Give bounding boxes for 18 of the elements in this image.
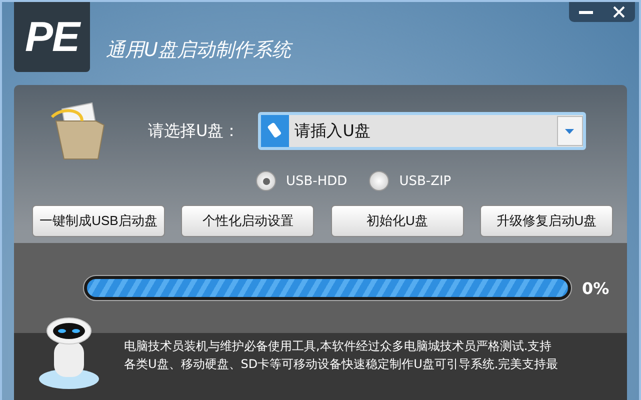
action-button[interactable]: 个性化启动设置 xyxy=(181,205,314,237)
description-text: 电脑技术员装机与维护必备使用工具,本软件经过众多电脑城技术员严格测试.支持 各类U盘、移动硬盘、SD卡等可移动设备快速稳定制作U盘可引导系统.完美支持最 xyxy=(124,338,558,373)
minimize-icon xyxy=(578,10,592,14)
mode-radio[interactable]: USB-HDD xyxy=(256,171,348,191)
drive-dropdown[interactable]: 请插入U盘 xyxy=(258,112,586,150)
caret-icon xyxy=(565,128,574,134)
mode-radio[interactable]: USB-ZIP xyxy=(369,171,452,191)
dropdown-button[interactable] xyxy=(556,116,583,146)
action-button[interactable]: 升级修复启动U盘 xyxy=(480,205,613,237)
close-icon xyxy=(612,6,624,18)
window-title: 通用U盘启动制作系统 xyxy=(106,38,291,63)
pe-logo: PE xyxy=(14,2,90,72)
action-button[interactable]: 一键制成USB启动盘 xyxy=(32,205,165,237)
drive-label: 请选择U盘： xyxy=(148,120,240,142)
action-button[interactable]: 初始化U盘 xyxy=(330,205,464,237)
robot-icon xyxy=(36,317,102,389)
usb-drive-icon xyxy=(260,115,289,147)
progress-percent: 0% xyxy=(582,278,610,298)
